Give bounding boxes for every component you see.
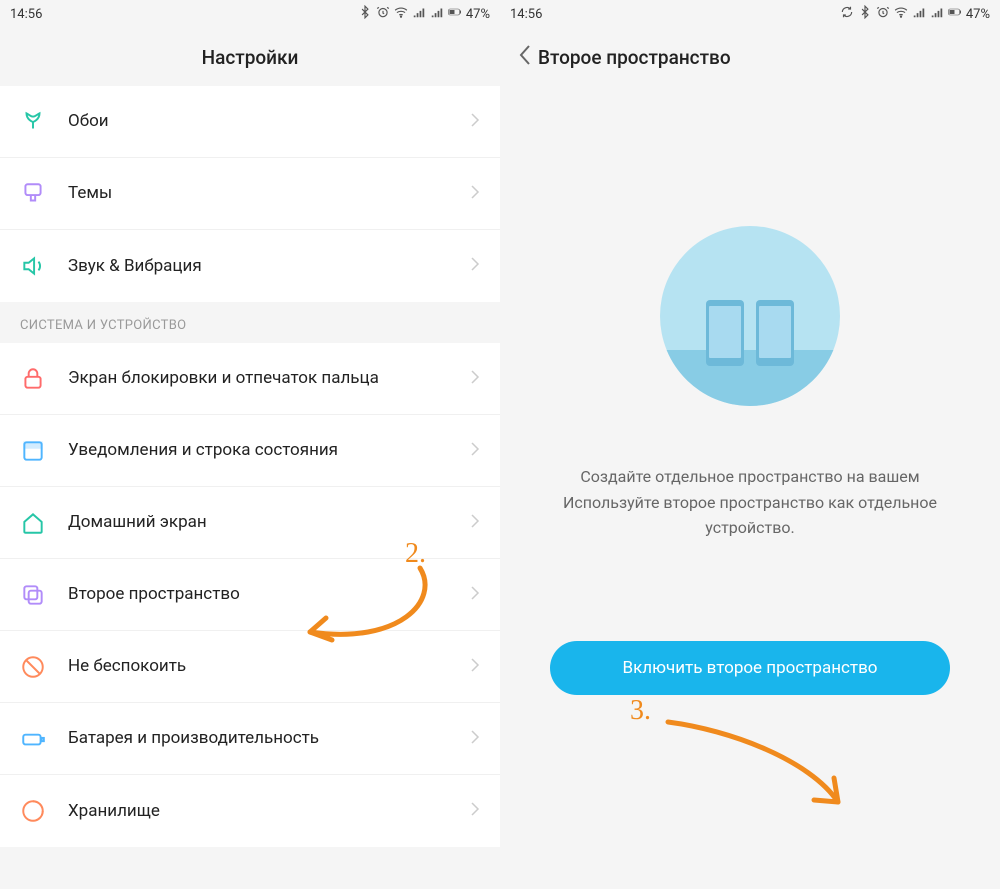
settings-list-1: Обои Темы Звук & Вибрация [0, 86, 500, 302]
signal-icon [412, 5, 426, 23]
chevron-right-icon [470, 585, 480, 605]
chevron-right-icon [470, 184, 480, 204]
battery-icon [948, 5, 962, 23]
chevron-right-icon [470, 369, 480, 389]
sync-icon [840, 5, 854, 23]
item-label: Звук & Вибрация [68, 255, 470, 277]
header: Второе пространство [500, 28, 1000, 86]
brush-icon [20, 181, 46, 207]
page-title: Второе пространство [538, 46, 980, 69]
item-lockscreen[interactable]: Экран блокировки и отпечаток пальца [0, 343, 500, 415]
home-icon [20, 510, 46, 536]
dnd-icon [20, 654, 46, 680]
tulip-icon [20, 109, 46, 135]
chevron-right-icon [470, 256, 480, 276]
item-label: Хранилище [68, 800, 470, 822]
copy-icon [20, 582, 46, 608]
alarm-icon [876, 5, 890, 23]
settings-screen: 14:56 47% Настройки Обои Темы Звук & Виб… [0, 0, 500, 889]
item-sound[interactable]: Звук & Вибрация [0, 230, 500, 302]
item-home[interactable]: Домашний экран [0, 487, 500, 559]
bluetooth-icon [358, 5, 372, 23]
status-time: 14:56 [510, 7, 542, 22]
item-label: Не беспокоить [68, 655, 470, 677]
content: Создайте отдельное пространство на вашем… [500, 86, 1000, 889]
battery-pct: 47% [966, 7, 990, 22]
second-space-screen: 14:56 47% Второе пространство Создайте о… [500, 0, 1000, 889]
signal-icon [912, 5, 926, 23]
lock-icon [20, 366, 46, 392]
back-button[interactable] [518, 44, 532, 70]
alarm-icon [376, 5, 390, 23]
signal2-icon [930, 5, 944, 23]
cta-label: Включить второе пространство [623, 658, 878, 678]
chevron-right-icon [470, 729, 480, 749]
chevron-right-icon [470, 441, 480, 461]
item-storage[interactable]: Хранилище [0, 775, 500, 847]
item-label: Обои [68, 110, 470, 132]
item-label: Батарея и производительность [68, 727, 470, 749]
battery-icon [448, 5, 462, 23]
bluetooth-icon [858, 5, 872, 23]
item-dnd[interactable]: Не беспокоить [0, 631, 500, 703]
enable-second-space-button[interactable]: Включить второе пространство [550, 641, 950, 695]
chevron-right-icon [470, 112, 480, 132]
wifi-icon [894, 5, 908, 23]
status-icons: 47% [358, 5, 490, 23]
status-bar: 14:56 47% [0, 0, 500, 28]
signal2-icon [430, 5, 444, 23]
illustration [660, 226, 840, 406]
item-label: Домашний экран [68, 511, 470, 533]
desc-line1: Создайте отдельное пространство на вашем [530, 464, 970, 490]
item-label: Уведомления и строка состояния [68, 439, 470, 461]
wifi-icon [394, 5, 408, 23]
item-wallpaper[interactable]: Обои [0, 86, 500, 158]
description: Создайте отдельное пространство на вашем… [530, 464, 970, 541]
sound-icon [20, 253, 46, 279]
item-label: Экран блокировки и отпечаток пальца [68, 367, 470, 389]
desc-line2: Используйте второе пространство как отде… [530, 490, 970, 541]
notif-icon [20, 438, 46, 464]
status-icons: 47% [840, 5, 990, 23]
settings-list-2: Экран блокировки и отпечаток пальца Увед… [0, 343, 500, 847]
item-notifications[interactable]: Уведомления и строка состояния [0, 415, 500, 487]
storage-icon [20, 798, 46, 824]
item-second-space[interactable]: Второе пространство [0, 559, 500, 631]
chevron-right-icon [470, 657, 480, 677]
section-header: СИСТЕМА И УСТРОЙСТВО [0, 302, 500, 343]
battery-pct: 47% [466, 7, 490, 22]
header: Настройки [0, 28, 500, 86]
item-themes[interactable]: Темы [0, 158, 500, 230]
item-battery[interactable]: Батарея и производительность [0, 703, 500, 775]
battery-icon [20, 726, 46, 752]
status-bar: 14:56 47% [500, 0, 1000, 28]
status-time: 14:56 [10, 7, 42, 22]
chevron-right-icon [470, 513, 480, 533]
page-title: Настройки [20, 46, 480, 69]
item-label: Второе пространство [68, 583, 470, 605]
chevron-right-icon [470, 801, 480, 821]
item-label: Темы [68, 182, 470, 204]
